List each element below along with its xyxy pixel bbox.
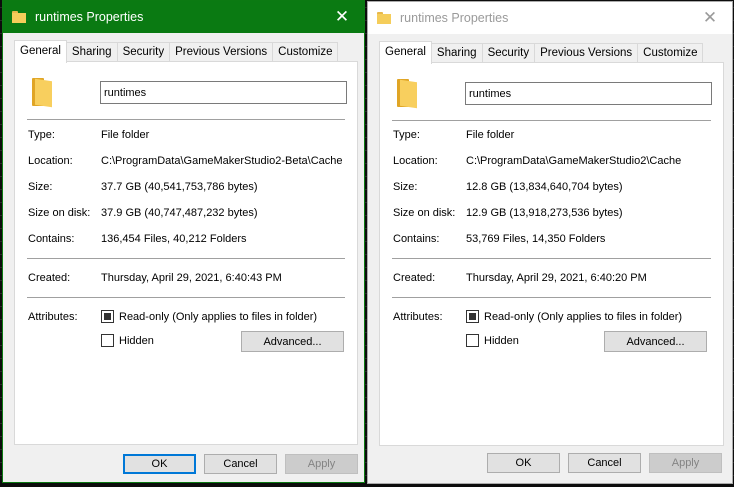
- tab-security[interactable]: Security: [117, 42, 171, 62]
- readonly-checkbox[interactable]: Read-only (Only applies to files in fold…: [466, 310, 682, 323]
- location-label: Location:: [28, 155, 73, 167]
- tab-sharing[interactable]: Sharing: [66, 42, 118, 62]
- tab-customize[interactable]: Customize: [273, 42, 339, 62]
- separator: [392, 120, 711, 121]
- checkbox-icon[interactable]: [101, 334, 114, 347]
- created-row: Created: Thursday, April 29, 2021, 6:40:…: [28, 272, 349, 284]
- close-button[interactable]: ✕: [688, 2, 732, 34]
- size-on-disk-row: Size on disk: 12.9 GB (13,918,273,536 by…: [393, 207, 715, 219]
- separator: [27, 258, 345, 259]
- properties-dialog-beta: runtimes Properties ✕ General Sharing Se…: [2, 0, 365, 483]
- readonly-label: Read-only (Only applies to files in fold…: [119, 310, 318, 323]
- folder-icon: [377, 12, 391, 24]
- folder-icon: [12, 11, 26, 23]
- tab-sharing[interactable]: Sharing: [431, 43, 483, 63]
- tab-previous-versions[interactable]: Previous Versions: [170, 42, 274, 62]
- advanced-button[interactable]: Advanced...: [241, 331, 344, 352]
- general-panel: Type: File folder Location: C:\ProgramDa…: [14, 61, 358, 445]
- checkbox-mixed-icon[interactable]: [101, 310, 114, 323]
- window-title: runtimes Properties: [35, 10, 144, 24]
- size-on-disk-label: Size on disk:: [393, 207, 456, 219]
- contains-label: Contains:: [28, 233, 75, 245]
- checkbox-mixed-icon[interactable]: [466, 310, 479, 323]
- checkbox-icon[interactable]: [466, 334, 479, 347]
- contains-value: 136,454 Files, 40,212 Folders: [101, 233, 247, 245]
- apply-button[interactable]: Apply: [285, 454, 358, 474]
- ok-button[interactable]: OK: [123, 454, 196, 474]
- location-value: C:\ProgramData\GameMakerStudio2-Beta\Cac…: [101, 155, 343, 167]
- type-row: Type: File folder: [28, 129, 349, 141]
- separator: [392, 258, 711, 259]
- readonly-label: Read-only (Only applies to files in fold…: [484, 310, 683, 323]
- tab-strip: General Sharing Security Previous Versio…: [14, 40, 339, 63]
- close-button[interactable]: ✕: [320, 1, 364, 33]
- size-label: Size:: [28, 181, 53, 193]
- apply-button[interactable]: Apply: [649, 453, 722, 473]
- created-row: Created: Thursday, April 29, 2021, 6:40:…: [393, 272, 715, 284]
- tab-strip: General Sharing Security Previous Versio…: [379, 41, 704, 64]
- type-value: File folder: [466, 129, 515, 141]
- cancel-button[interactable]: Cancel: [568, 453, 641, 473]
- title-bar[interactable]: runtimes Properties ✕: [3, 1, 364, 33]
- size-value: 12.8 GB (13,834,640,704 bytes): [466, 181, 623, 193]
- separator: [392, 297, 711, 298]
- cancel-button[interactable]: Cancel: [204, 454, 277, 474]
- contains-row: Contains: 53,769 Files, 14,350 Folders: [393, 233, 715, 245]
- tab-previous-versions[interactable]: Previous Versions: [535, 43, 639, 63]
- created-label: Created:: [28, 272, 71, 284]
- contains-row: Contains: 136,454 Files, 40,212 Folders: [28, 233, 349, 245]
- location-row: Location: C:\ProgramData\GameMakerStudio…: [393, 155, 715, 167]
- size-row: Size: 37.7 GB (40,541,753,786 bytes): [28, 181, 349, 193]
- location-value: C:\ProgramData\GameMakerStudio2\Cache: [466, 155, 682, 167]
- contains-value: 53,769 Files, 14,350 Folders: [466, 233, 606, 245]
- location-label: Location:: [393, 155, 438, 167]
- advanced-button[interactable]: Advanced...: [604, 331, 707, 352]
- type-label: Type:: [393, 129, 420, 141]
- general-panel: Type: File folder Location: C:\ProgramDa…: [379, 62, 724, 446]
- folder-icon: [397, 79, 419, 107]
- size-label: Size:: [393, 181, 418, 193]
- size-on-disk-value: 12.9 GB (13,918,273,536 bytes): [466, 207, 623, 219]
- tab-security[interactable]: Security: [482, 43, 536, 63]
- hidden-label: Hidden: [119, 334, 154, 347]
- size-on-disk-value: 37.9 GB (40,747,487,232 bytes): [101, 207, 258, 219]
- created-value: Thursday, April 29, 2021, 6:40:20 PM: [466, 272, 647, 284]
- folder-name-input[interactable]: [465, 82, 712, 105]
- readonly-checkbox[interactable]: Read-only (Only applies to files in fold…: [101, 310, 317, 323]
- type-value: File folder: [101, 129, 150, 141]
- size-on-disk-label: Size on disk:: [28, 207, 91, 219]
- folder-name-input[interactable]: [100, 81, 347, 104]
- type-label: Type:: [28, 129, 55, 141]
- window-title: runtimes Properties: [400, 11, 509, 25]
- created-label: Created:: [393, 272, 436, 284]
- contains-label: Contains:: [393, 233, 440, 245]
- tab-general[interactable]: General: [379, 41, 432, 64]
- tab-customize[interactable]: Customize: [638, 43, 704, 63]
- size-on-disk-row: Size on disk: 37.9 GB (40,747,487,232 by…: [28, 207, 349, 219]
- attributes-label: Attributes:: [393, 311, 443, 323]
- title-bar[interactable]: runtimes Properties ✕: [368, 2, 732, 34]
- tab-general[interactable]: General: [14, 40, 67, 63]
- ok-button[interactable]: OK: [487, 453, 560, 473]
- created-value: Thursday, April 29, 2021, 6:40:43 PM: [101, 272, 282, 284]
- type-row: Type: File folder: [393, 129, 715, 141]
- hidden-label: Hidden: [484, 334, 519, 347]
- hidden-checkbox[interactable]: Hidden: [101, 334, 154, 347]
- location-row: Location: C:\ProgramData\GameMakerStudio…: [28, 155, 349, 167]
- folder-icon: [32, 78, 54, 106]
- hidden-checkbox[interactable]: Hidden: [466, 334, 519, 347]
- separator: [27, 119, 345, 120]
- attributes-label: Attributes:: [28, 311, 78, 323]
- size-row: Size: 12.8 GB (13,834,640,704 bytes): [393, 181, 715, 193]
- properties-dialog-stable: runtimes Properties ✕ General Sharing Se…: [367, 1, 733, 484]
- separator: [27, 297, 345, 298]
- size-value: 37.7 GB (40,541,753,786 bytes): [101, 181, 258, 193]
